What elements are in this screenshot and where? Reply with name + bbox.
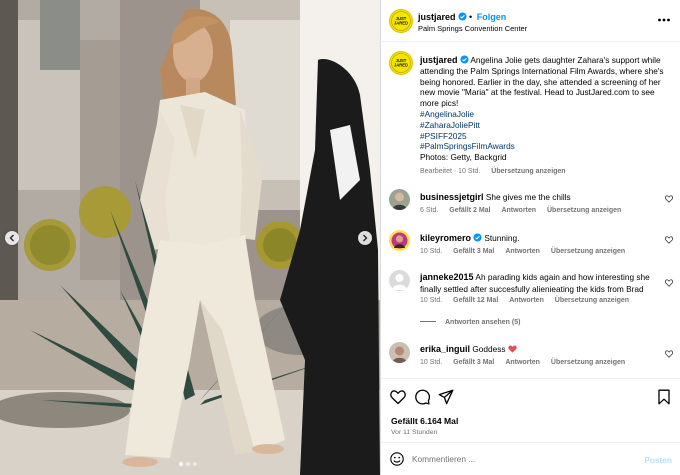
reply-button[interactable]: Antworten xyxy=(505,359,540,366)
heart-icon[interactable] xyxy=(665,236,673,244)
account-avatar[interactable]: JUST JARED xyxy=(389,9,413,33)
red-heart-emoji-icon xyxy=(508,345,517,353)
edited-label: Bearbeitet xyxy=(420,167,452,175)
comment-composer: Posten xyxy=(381,442,680,475)
view-replies-button[interactable]: Antworten ansehen (5) xyxy=(420,319,520,326)
comment-body: kileyromero Stunning. xyxy=(420,233,656,245)
comment-text: Stunning. xyxy=(484,233,520,243)
comment-input[interactable] xyxy=(412,451,627,467)
translate-link[interactable]: Übersetzung anzeigen xyxy=(491,168,565,175)
post-time[interactable]: Vor 11 Stunden xyxy=(391,429,437,436)
verified-badge-icon xyxy=(459,55,469,64)
caption-avatar[interactable]: JUST JARED xyxy=(389,51,413,75)
commenter-avatar[interactable] xyxy=(389,270,410,291)
separator-dot: • xyxy=(469,12,473,22)
caption-age: 10 Std. xyxy=(458,167,481,175)
bookmark-icon[interactable] xyxy=(656,389,672,405)
post-header: JUST JARED justjared • Folgen Palm Sprin… xyxy=(381,0,680,42)
hashtag-link[interactable]: #ZaharaJoliePitt xyxy=(420,120,675,131)
carousel-dot xyxy=(186,462,190,466)
chevron-right-icon xyxy=(363,234,368,242)
comments-list[interactable]: JUST JARED justjared Angelina Jolie gets… xyxy=(381,43,680,378)
post-photo-image xyxy=(0,0,380,475)
carousel-dot xyxy=(179,462,183,466)
previous-slide-button[interactable] xyxy=(5,231,19,245)
post-caption: justjared Angelina Jolie gets daughter Z… xyxy=(420,55,675,178)
location-link[interactable]: Palm Springs Convention Center xyxy=(418,24,527,33)
carousel-indicator xyxy=(179,462,197,466)
comment-age: 6 Std. xyxy=(420,207,439,214)
comment-body: businessjetgirl She gives me the chills xyxy=(420,192,656,204)
commenter-avatar[interactable] xyxy=(389,189,410,210)
follow-button[interactable]: Folgen xyxy=(477,12,507,22)
comment-icon[interactable] xyxy=(414,389,430,405)
replies-line xyxy=(420,321,436,322)
reply-button[interactable]: Antworten xyxy=(501,207,536,214)
caption-meta: Bearbeitet · 10 Std. Übersetzung anzeige… xyxy=(420,167,675,178)
comment-likes[interactable]: Gefällt 12 Mal xyxy=(453,297,498,304)
comment-username[interactable]: erika_inguil xyxy=(420,344,470,354)
carousel-dot xyxy=(193,462,197,466)
header-username[interactable]: justjared xyxy=(418,12,456,22)
hashtag-link[interactable]: #PSIFF2025 xyxy=(420,131,675,142)
caption-username[interactable]: justjared xyxy=(420,55,458,65)
post-photo[interactable] xyxy=(0,0,380,475)
post-comment-button[interactable]: Posten xyxy=(644,455,672,465)
more-options-icon[interactable] xyxy=(657,13,671,27)
comment-meta: 10 Std. Gefällt 12 Mal Antworten Überset… xyxy=(420,297,638,304)
translate-link[interactable]: Übersetzung anzeigen xyxy=(551,359,625,366)
svg-text:JARED: JARED xyxy=(394,62,408,67)
verified-badge-icon xyxy=(457,12,467,21)
share-icon[interactable] xyxy=(438,389,454,405)
avatar-photo xyxy=(389,230,410,251)
comment-username[interactable]: businessjetgirl xyxy=(420,192,484,202)
hashtag-link[interactable]: #PalmSpringsFilmAwards xyxy=(420,141,675,152)
translate-link[interactable]: Übersetzung anzeigen xyxy=(555,297,629,304)
avatar-photo xyxy=(389,342,410,363)
caption-hashtags: #AngelinaJolie #ZaharaJoliePitt #PSIFF20… xyxy=(420,109,675,152)
comment-username[interactable]: kileyromero xyxy=(420,233,471,243)
chevron-left-icon xyxy=(9,234,14,242)
next-slide-button[interactable] xyxy=(358,231,372,245)
comment-body: erika_inguil Goddess xyxy=(420,344,656,356)
comment-meta: 10 Std. Gefällt 3 Mal Antworten Übersetz… xyxy=(420,359,634,366)
justjared-logo-icon: JUST JARED xyxy=(391,53,411,73)
comment-age: 10 Std. xyxy=(420,248,443,255)
commenter-avatar[interactable] xyxy=(389,342,410,363)
reply-button[interactable]: Antworten xyxy=(505,248,540,255)
comment-username[interactable]: janneke2015 xyxy=(420,272,474,282)
justjared-logo-icon: JUST JARED xyxy=(391,11,411,31)
hashtag-link[interactable]: #AngelinaJolie xyxy=(420,109,675,120)
svg-text:JARED: JARED xyxy=(394,20,408,25)
verified-badge-icon xyxy=(473,233,482,242)
heart-icon[interactable] xyxy=(665,279,673,287)
comment-meta: 10 Std. Gefällt 3 Mal Antworten Übersetz… xyxy=(420,248,634,255)
comment-likes[interactable]: Gefällt 3 Mal xyxy=(453,248,494,255)
comment-likes[interactable]: Gefällt 2 Mal xyxy=(449,207,490,214)
caption-edited: Bearbeitet · 10 Std. xyxy=(420,167,481,175)
commenter-avatar[interactable] xyxy=(389,230,410,251)
avatar-photo xyxy=(389,189,410,210)
header-user-line: justjared • Folgen xyxy=(418,12,506,22)
post-side-panel: JUST JARED justjared • Folgen Palm Sprin… xyxy=(380,0,680,475)
comment-age: 10 Std. xyxy=(420,359,443,366)
reply-button[interactable]: Antworten xyxy=(509,297,544,304)
default-avatar-icon xyxy=(389,270,410,291)
view-replies-label: Antworten ansehen (5) xyxy=(445,319,521,326)
likes-count[interactable]: Gefällt 6.164 Mal xyxy=(391,416,458,426)
caption-credits: Photos: Getty, Backgrid xyxy=(420,152,507,163)
comment-meta: 6 Std. Gefällt 2 Mal Antworten Übersetzu… xyxy=(420,207,630,214)
emoji-icon[interactable] xyxy=(390,452,404,466)
post-actions: Gefällt 6.164 Mal Vor 11 Stunden xyxy=(381,378,680,441)
comment-body: janneke2015 Ah parading kids again and h… xyxy=(420,272,656,295)
translate-link[interactable]: Übersetzung anzeigen xyxy=(547,207,621,214)
comment-likes[interactable]: Gefällt 3 Mal xyxy=(453,359,494,366)
comment-text: She gives me the chills xyxy=(485,192,571,202)
comment-age: 10 Std. xyxy=(420,297,443,304)
heart-icon[interactable] xyxy=(390,389,406,405)
comment-text: Goddess xyxy=(472,344,506,354)
heart-icon[interactable] xyxy=(665,195,673,203)
heart-icon[interactable] xyxy=(665,350,673,358)
translate-link[interactable]: Übersetzung anzeigen xyxy=(551,248,625,255)
